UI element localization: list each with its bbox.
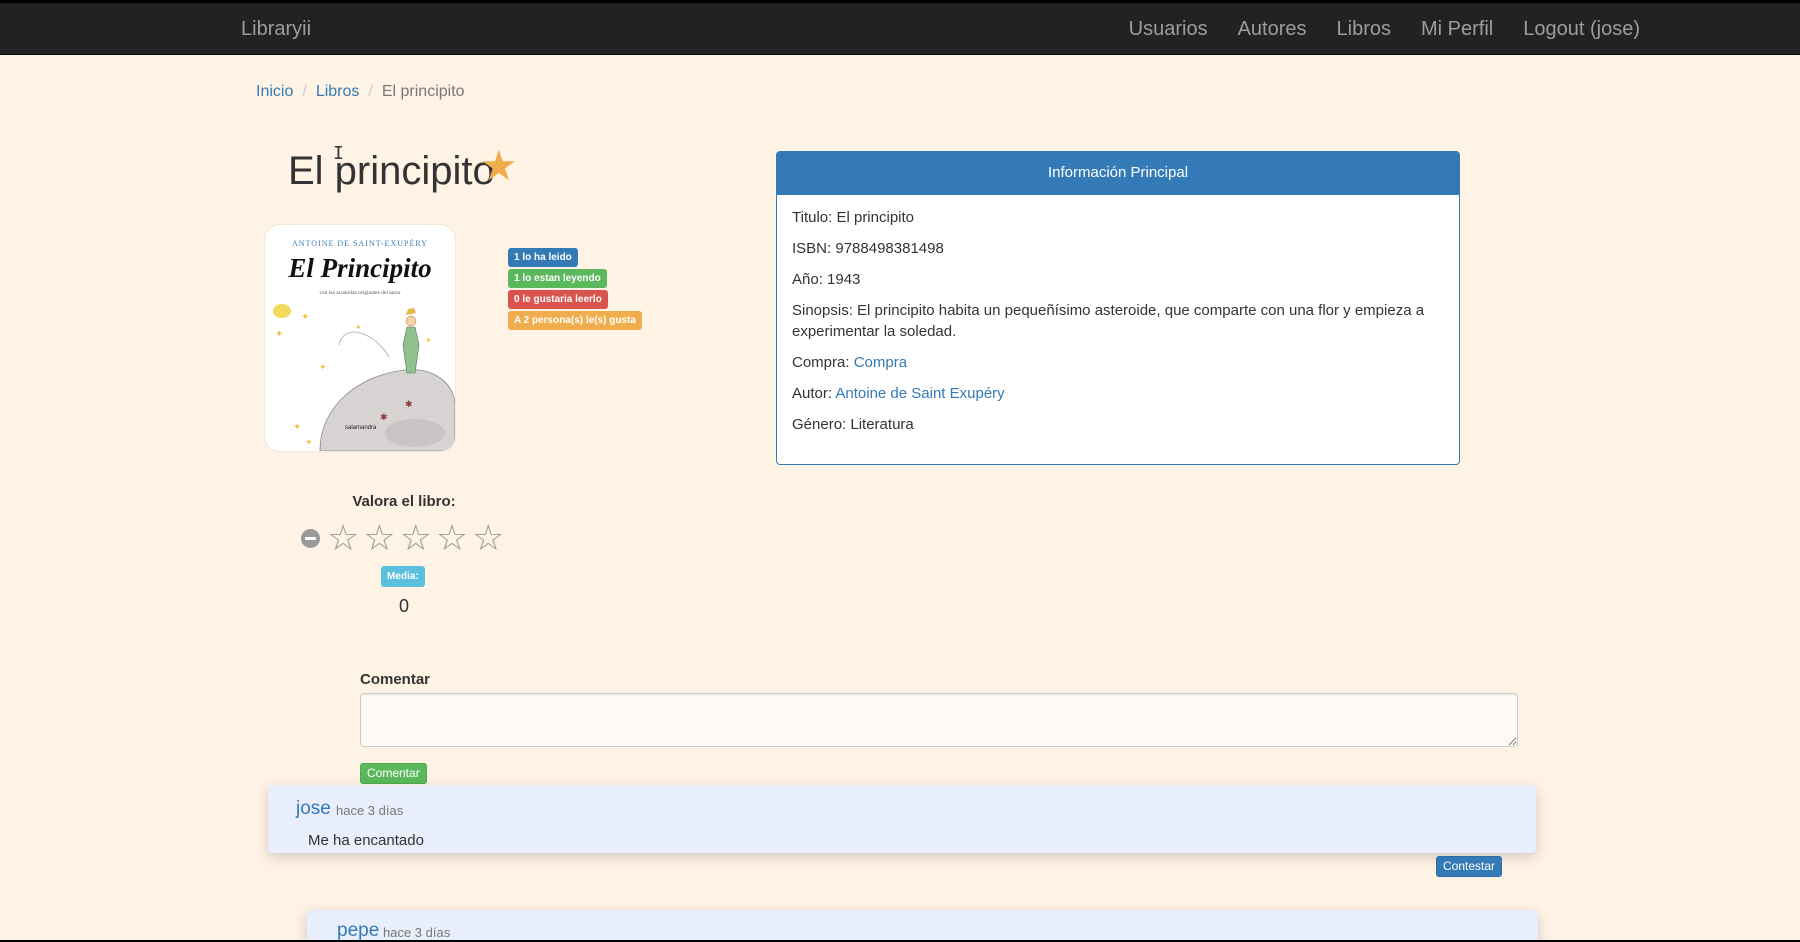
nav-mi-perfil[interactable]: Mi Perfil	[1421, 18, 1493, 41]
nav-links: Usuarios Autores Libros Mi Perfil Logout…	[1129, 18, 1640, 41]
svg-text:✦: ✦	[275, 329, 283, 340]
rating-label: Valora el libro:	[352, 493, 456, 510]
media-value: 0	[398, 596, 409, 616]
breadcrumb-inicio[interactable]: Inicio	[256, 83, 293, 101]
book-cover-image: ✦ ✦ ✦ ✦ ✦ ✦ ✦ ✱ ✱ ANTOINE DE SAINT-EXUPÉ…	[265, 225, 455, 451]
svg-text:✦: ✦	[293, 422, 301, 433]
info-panel-heading: Información Principal	[777, 152, 1459, 195]
status-badge: 1 lo ha leido	[508, 248, 578, 267]
info-sinopsis: Sinopsis: El principito habita un pequeñ…	[792, 302, 1425, 340]
breadcrumb-separator: /	[368, 83, 373, 100]
rating-star-4-icon[interactable]: ☆	[436, 520, 468, 556]
info-titulo: Titulo: El principito	[792, 209, 915, 226]
svg-text:✦: ✦	[319, 362, 327, 372]
cover-publisher: salamandra	[345, 425, 377, 431]
compra-link[interactable]: Compra	[854, 354, 907, 371]
info-genero: Género: Literatura	[792, 416, 914, 433]
author-link[interactable]: Antoine de Saint Exupéry	[835, 385, 1004, 402]
star-icon[interactable]: ★	[480, 145, 518, 187]
page: Libraryii Usuarios Autores Libros Mi Per…	[0, 3, 1800, 940]
comment-time: hace 3 días	[383, 925, 451, 940]
status-badge: A 2 persona(s) le(s) gusta	[508, 311, 642, 330]
info-compra: Compra: Compra	[792, 354, 908, 371]
cover-subtitle: con las acuarelas originales del autor	[319, 290, 401, 296]
comment-time: hace 3 días	[336, 803, 404, 818]
nav-autores[interactable]: Autores	[1238, 18, 1307, 41]
svg-text:✦: ✦	[305, 437, 313, 447]
comment-item: pepe hace 3 días	[307, 910, 1538, 940]
svg-text:✦: ✦	[355, 323, 362, 332]
comment-textarea[interactable]	[360, 693, 1518, 747]
minus-circle-icon[interactable]	[301, 528, 320, 548]
info-isbn: ISBN: 9788498381498	[792, 240, 944, 257]
nav-logout[interactable]: Logout (jose)	[1523, 18, 1640, 41]
nav-libros[interactable]: Libros	[1337, 18, 1391, 41]
rating-star-5-icon[interactable]: ☆	[472, 520, 504, 556]
media-badge: Media:	[381, 566, 425, 587]
rating-star-2-icon[interactable]: ☆	[363, 520, 395, 556]
comment-label: Comentar	[360, 671, 431, 688]
cover-author: ANTOINE DE SAINT-EXUPÉRY	[292, 239, 428, 248]
text-cursor-icon: I	[333, 143, 344, 164]
navbar: Libraryii Usuarios Autores Libros Mi Per…	[0, 3, 1800, 55]
svg-text:✦: ✦	[425, 336, 432, 345]
cover-title: El Principito	[288, 253, 432, 283]
star-rating: ☆ ☆ ☆ ☆ ☆	[301, 520, 508, 556]
breadcrumb-separator: /	[302, 83, 307, 100]
rating-star-3-icon[interactable]: ☆	[400, 520, 432, 556]
comment-user[interactable]: pepe	[337, 920, 379, 940]
comment-item: jose hace 3 días Me ha encantado	[268, 785, 1536, 853]
svg-text:✱: ✱	[380, 412, 388, 422]
breadcrumb-current: El principito	[381, 83, 465, 100]
svg-text:✦: ✦	[301, 312, 309, 323]
info-autor: Autor: Antoine de Saint Exupéry	[792, 385, 1005, 402]
brand-link[interactable]: Libraryii	[241, 18, 311, 41]
submit-comment-button[interactable]: Comentar	[360, 763, 427, 784]
page-title: El principito	[288, 149, 495, 193]
svg-text:✱: ✱	[405, 399, 413, 409]
comment-user[interactable]: jose	[296, 798, 331, 820]
breadcrumb: Inicio / Libros / El principito	[256, 83, 465, 101]
info-panel-body: Titulo: El principito ISBN: 978849838149…	[777, 195, 1459, 435]
reply-button[interactable]: Contestar	[1436, 856, 1503, 877]
info-panel: Información Principal Titulo: El princip…	[776, 151, 1460, 465]
info-anio: Año: 1943	[792, 271, 861, 288]
rating-star-1-icon[interactable]: ☆	[327, 520, 359, 556]
comment-text: Me ha encantado	[308, 832, 424, 849]
status-badge: 1 lo estan leyendo	[508, 269, 607, 288]
status-badge: 0 le gustaria leerlo	[508, 290, 608, 309]
nav-usuarios[interactable]: Usuarios	[1129, 18, 1208, 41]
breadcrumb-libros[interactable]: Libros	[316, 83, 360, 101]
